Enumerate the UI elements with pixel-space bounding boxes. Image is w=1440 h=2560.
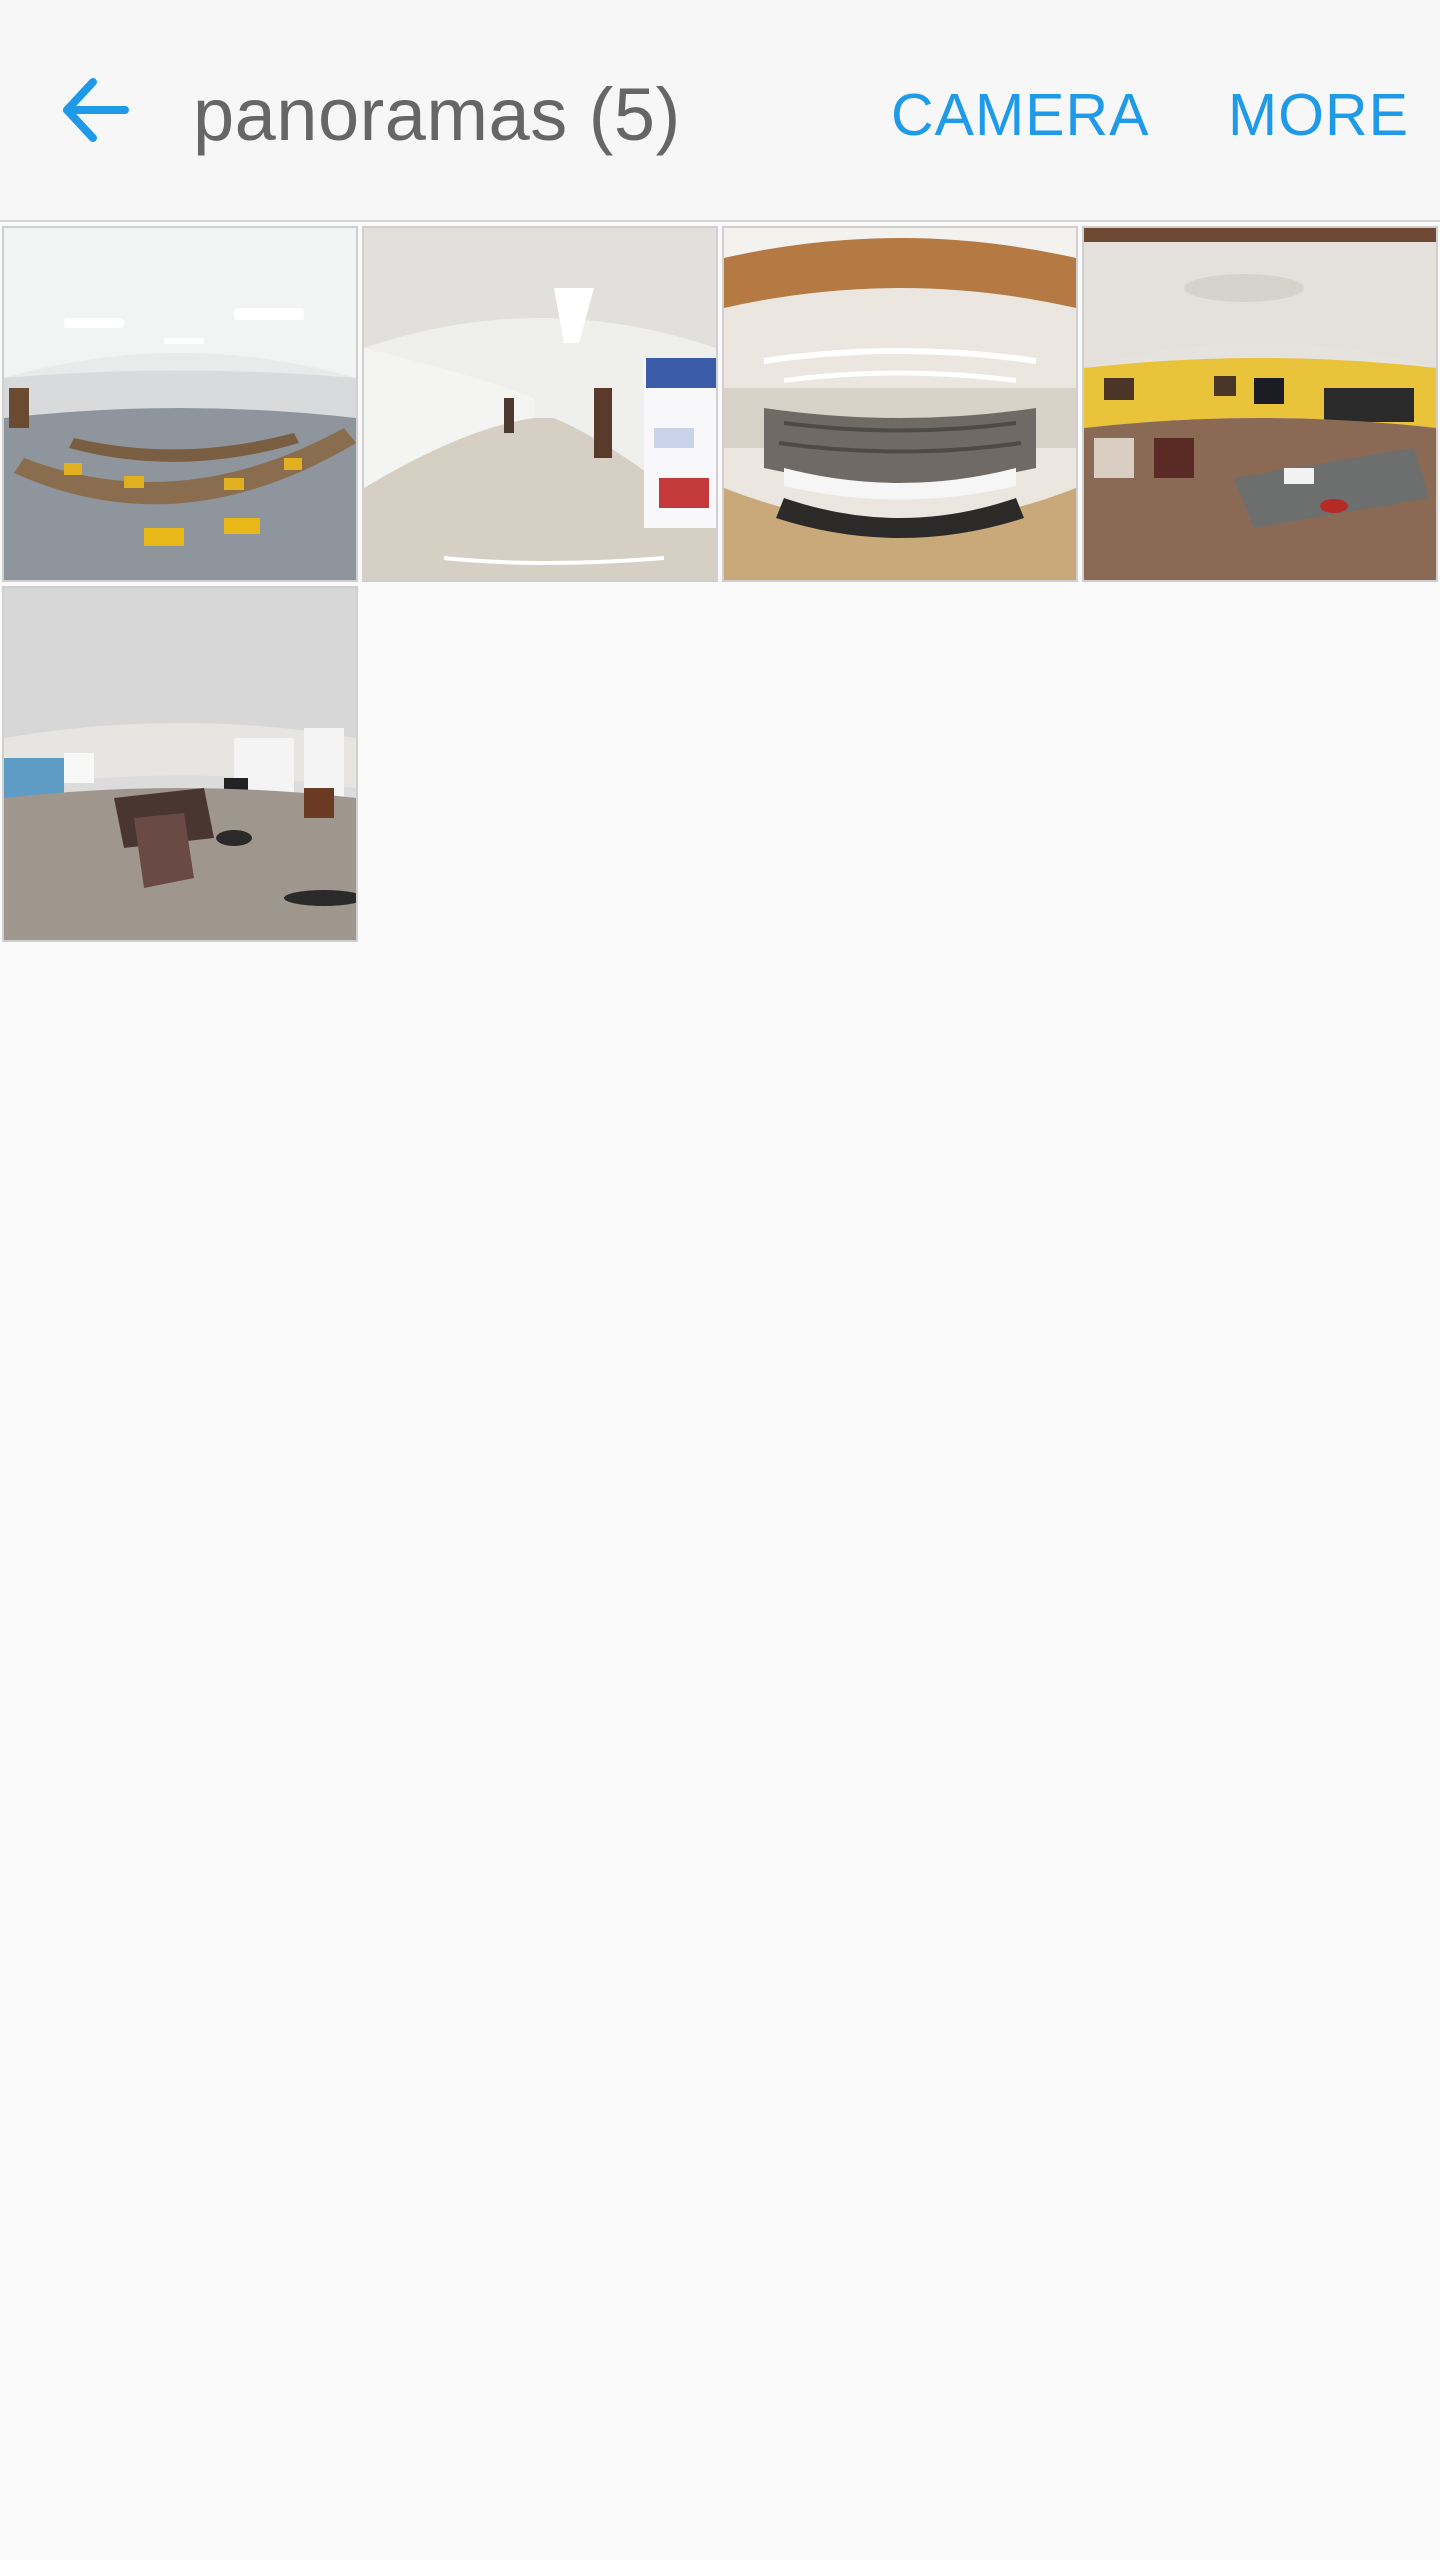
panorama-image — [724, 228, 1076, 580]
panorama-thumbnail-1[interactable] — [2, 226, 358, 582]
panorama-image — [4, 588, 356, 940]
panorama-thumbnail-5[interactable] — [2, 586, 358, 942]
app-bar: panoramas (5) CAMERA MORE — [0, 0, 1440, 222]
panorama-thumbnail-2[interactable] — [362, 226, 718, 582]
panorama-image — [364, 228, 716, 580]
more-button[interactable]: MORE — [1228, 60, 1409, 170]
page-title: panoramas (5) — [193, 73, 681, 156]
panorama-thumbnail-4[interactable] — [1082, 226, 1438, 582]
arrow-left-icon — [63, 78, 129, 142]
panorama-image — [4, 228, 356, 580]
back-button[interactable] — [40, 55, 150, 165]
panorama-image — [1084, 228, 1436, 580]
panorama-thumbnail-3[interactable] — [722, 226, 1078, 582]
camera-button[interactable]: CAMERA — [891, 60, 1149, 170]
